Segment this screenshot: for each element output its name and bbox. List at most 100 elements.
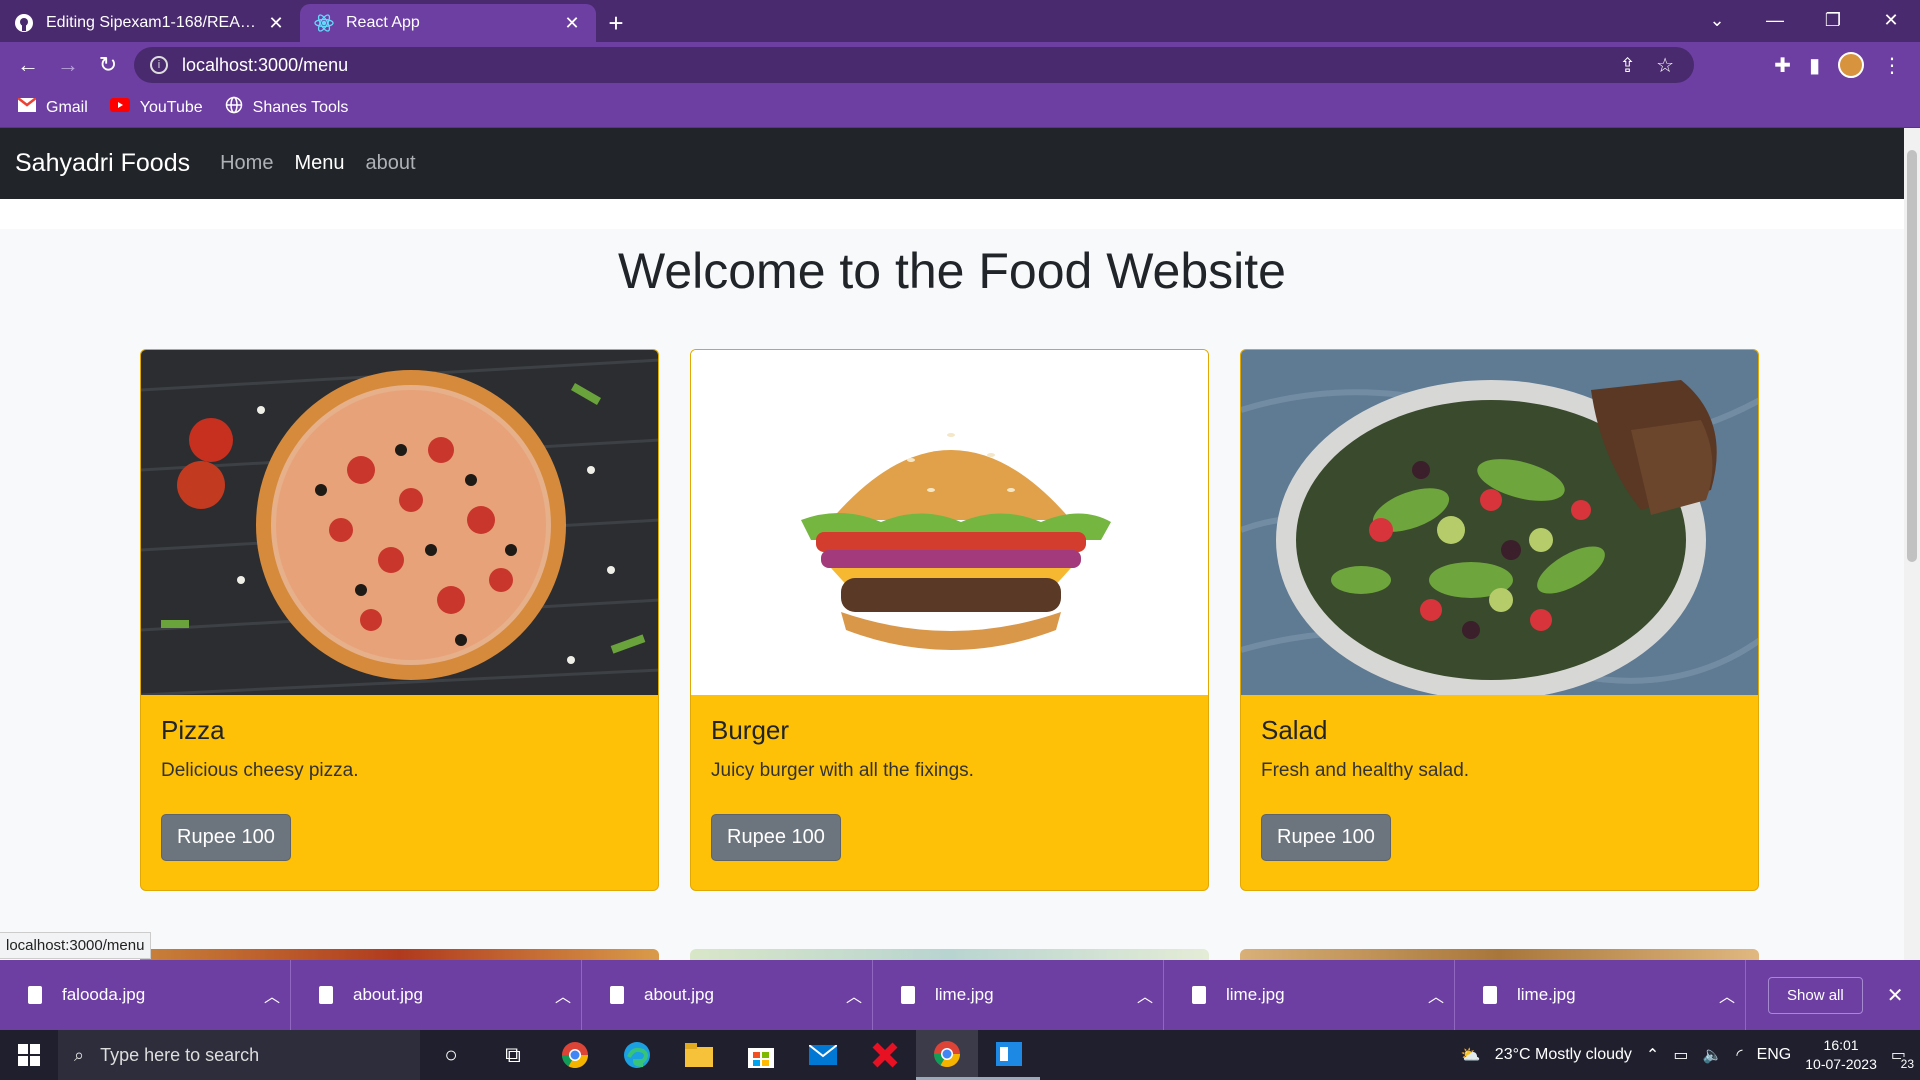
file-icon	[319, 986, 333, 1004]
notifications-icon[interactable]: ▭ 23	[1891, 1045, 1914, 1071]
react-icon	[314, 13, 334, 33]
microsoft-store-icon[interactable]	[730, 1030, 792, 1080]
chevron-up-icon[interactable]: ︿	[1127, 983, 1163, 1007]
file-icon	[610, 986, 624, 1004]
taskbar-search[interactable]: ⌕ Type here to search	[58, 1030, 420, 1080]
card-description: Juicy burger with all the fixings.	[711, 760, 974, 781]
page-scrollbar[interactable]	[1904, 128, 1920, 960]
windows-start-icon[interactable]	[0, 1030, 58, 1080]
bookmark-star-icon[interactable]: ☆	[1656, 53, 1674, 78]
close-downloads-icon[interactable]: ✕	[1887, 983, 1904, 1008]
clock-date: 10-07-2023	[1805, 1056, 1877, 1072]
weather-icon[interactable]: ⛅	[1461, 1045, 1481, 1065]
nav-home[interactable]: Home	[220, 152, 273, 175]
download-item[interactable]: lime.jpg ︿	[1455, 960, 1746, 1030]
menu-cards: Pizza Delicious cheesy pizza. Rupee 100	[140, 349, 1759, 891]
browser-tab-strip: Editing Sipexam1-168/README.md ✕ React A…	[0, 0, 1920, 42]
chevron-up-icon[interactable]: ︿	[1709, 983, 1745, 1007]
back-icon[interactable]: ←	[8, 45, 48, 85]
clock[interactable]: 16:01 10-07-2023	[1805, 1036, 1877, 1074]
notification-count: 23	[1900, 1057, 1914, 1071]
app-window-icon[interactable]	[978, 1030, 1040, 1080]
site-brand[interactable]: Sahyadri Foods	[15, 149, 190, 178]
forward-icon[interactable]: →	[48, 45, 88, 85]
language-indicator[interactable]: ENG	[1757, 1046, 1792, 1064]
download-filename: lime.jpg	[1517, 985, 1576, 1004]
burger-image	[691, 350, 1208, 695]
download-item[interactable]: falooda.jpg ︿	[0, 960, 291, 1030]
site-info-icon[interactable]: i	[150, 56, 168, 74]
bookmark-gmail[interactable]: Gmail	[17, 97, 88, 117]
download-filename: lime.jpg	[1226, 985, 1285, 1004]
download-item[interactable]: lime.jpg ︿	[1164, 960, 1455, 1030]
app-icon[interactable]	[854, 1030, 916, 1080]
profile-avatar[interactable]	[1838, 52, 1864, 78]
task-view-icon[interactable]: ⧉	[482, 1030, 544, 1080]
weather-text[interactable]: 23°C Mostly cloudy	[1495, 1046, 1632, 1064]
chevron-up-icon[interactable]: ⌃	[1646, 1045, 1659, 1065]
scroll-thumb[interactable]	[1907, 150, 1917, 562]
windows-taskbar: ⌕ Type here to search ○ ⧉ ⛅ 23°C Mostly …	[0, 1030, 1920, 1080]
restore-icon[interactable]: ❐	[1804, 0, 1862, 40]
web-page: Sahyadri Foods Home Menu about Welcome t…	[0, 128, 1904, 960]
spacer	[0, 199, 1904, 229]
share-icon[interactable]: ⇪	[1619, 53, 1636, 78]
tab-search-icon[interactable]: ⌄	[1688, 0, 1746, 40]
new-tab-button[interactable]: +	[596, 4, 636, 42]
chevron-up-icon[interactable]: ︿	[545, 983, 581, 1007]
battery-icon[interactable]: ▭	[1673, 1045, 1688, 1065]
card-title: Burger	[711, 715, 790, 745]
status-bubble: localhost:3000/menu	[0, 932, 152, 959]
tab-title: Editing Sipexam1-168/README.md	[46, 14, 258, 31]
download-item[interactable]: about.jpg ︿	[582, 960, 873, 1030]
card-description: Fresh and healthy salad.	[1261, 760, 1470, 781]
extensions-icon[interactable]: ✚	[1774, 53, 1791, 78]
close-tab-icon[interactable]: ✕	[562, 13, 582, 34]
mail-icon[interactable]	[792, 1030, 854, 1080]
address-bar[interactable]: i localhost:3000/menu ⇪ ☆	[134, 47, 1694, 83]
volume-icon[interactable]: 🔈	[1702, 1045, 1722, 1065]
wifi-icon[interactable]: ◜	[1736, 1045, 1742, 1065]
search-placeholder: Type here to search	[100, 1044, 260, 1065]
nav-about[interactable]: about	[366, 152, 416, 175]
minimize-icon[interactable]: —	[1746, 0, 1804, 40]
card-title: Pizza	[161, 715, 225, 745]
file-icon	[901, 986, 915, 1004]
download-item[interactable]: about.jpg ︿	[291, 960, 582, 1030]
reload-icon[interactable]: ↻	[88, 45, 128, 85]
next-card-image	[1240, 949, 1759, 960]
edge-icon[interactable]	[606, 1030, 668, 1080]
next-card-image	[690, 949, 1209, 960]
chrome-icon[interactable]	[544, 1030, 606, 1080]
price-button[interactable]: Rupee 100	[161, 814, 291, 861]
bookmark-shanes-tools[interactable]: Shanes Tools	[225, 96, 348, 119]
price-button[interactable]: Rupee 100	[711, 814, 841, 861]
price-button[interactable]: Rupee 100	[1261, 814, 1391, 861]
chrome-active-icon[interactable]	[916, 1030, 978, 1080]
address-url: localhost:3000/menu	[182, 54, 349, 75]
pizza-image	[141, 350, 658, 695]
download-filename: about.jpg	[353, 985, 423, 1004]
bookmark-label: Gmail	[46, 98, 88, 116]
search-icon: ⌕	[74, 1044, 85, 1065]
file-icon	[28, 986, 42, 1004]
menu-kebab-icon[interactable]: ⋮	[1882, 53, 1902, 78]
window-controls: ⌄ — ❐ ✕	[1688, 0, 1920, 40]
download-filename: falooda.jpg	[62, 985, 146, 1004]
chevron-up-icon[interactable]: ︿	[254, 983, 290, 1007]
chevron-up-icon[interactable]: ︿	[836, 983, 872, 1007]
bookmark-youtube[interactable]: YouTube	[109, 98, 203, 117]
nav-menu[interactable]: Menu	[294, 152, 344, 175]
download-item[interactable]: lime.jpg ︿	[873, 960, 1164, 1030]
globe-icon	[225, 96, 243, 119]
close-window-icon[interactable]: ✕	[1862, 0, 1920, 40]
chevron-up-icon[interactable]: ︿	[1418, 983, 1454, 1007]
close-tab-icon[interactable]: ✕	[266, 13, 286, 34]
browser-tab-react[interactable]: React App ✕	[300, 4, 596, 42]
salad-image	[1241, 350, 1758, 695]
browser-tab-github[interactable]: Editing Sipexam1-168/README.md ✕	[0, 4, 300, 42]
side-panel-icon[interactable]: ▮	[1809, 53, 1820, 78]
cortana-icon[interactable]: ○	[420, 1030, 482, 1080]
file-explorer-icon[interactable]	[668, 1030, 730, 1080]
show-all-button[interactable]: Show all	[1768, 976, 1863, 1014]
